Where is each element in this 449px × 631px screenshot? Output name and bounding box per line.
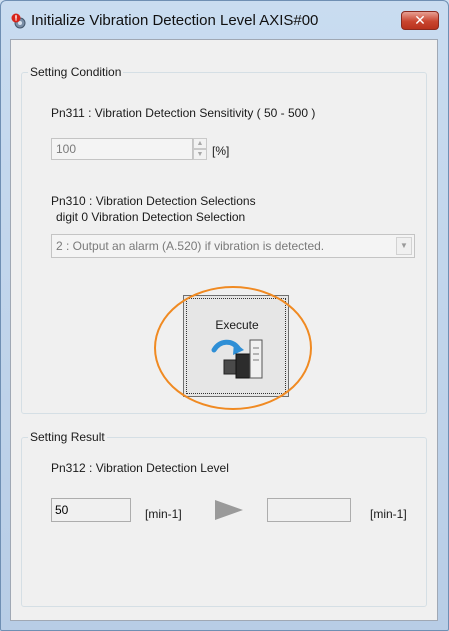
close-button[interactable]: ✕ [401, 11, 439, 30]
window-title: Initialize Vibration Detection Level AXI… [31, 12, 319, 29]
detection-level-label: Pn312 : Vibration Detection Level [51, 461, 229, 475]
current-level-field: 50 [51, 498, 131, 522]
setting-result-title: Setting Result [28, 430, 107, 444]
sensitivity-label: Pn311 : Vibration Detection Sensitivity … [51, 106, 316, 120]
play-arrow-icon [215, 500, 243, 520]
close-icon: ✕ [414, 12, 426, 28]
highlight-ring [154, 286, 312, 410]
selections-label: Pn310 : Vibration Detection Selections [51, 194, 256, 208]
title-bar[interactable]: Initialize Vibration Detection Level AXI… [1, 1, 448, 39]
dialog-window: Initialize Vibration Detection Level AXI… [0, 0, 449, 631]
spin-down-icon[interactable]: ▼ [193, 149, 207, 160]
dialog-client-area: Setting Condition Pn311 : Vibration Dete… [10, 39, 438, 621]
new-level-unit: [min-1] [370, 507, 407, 521]
chevron-down-icon[interactable]: ▼ [396, 237, 412, 255]
warning-gear-icon [11, 13, 26, 29]
current-level-unit: [min-1] [145, 507, 182, 521]
setting-condition-title: Setting Condition [28, 65, 124, 79]
selection-value: 2 : Output an alarm (A.520) if vibration… [56, 239, 325, 253]
vibration-selection-dropdown[interactable]: 2 : Output an alarm (A.520) if vibration… [51, 234, 415, 258]
new-level-field [267, 498, 351, 522]
sensitivity-spinner[interactable]: ▲ ▼ [193, 138, 207, 160]
spin-up-icon[interactable]: ▲ [193, 138, 207, 149]
sensitivity-input[interactable]: 100 [51, 138, 193, 160]
sensitivity-unit: [%] [212, 144, 230, 158]
selection-digit-label: digit 0 Vibration Detection Selection [56, 210, 246, 224]
